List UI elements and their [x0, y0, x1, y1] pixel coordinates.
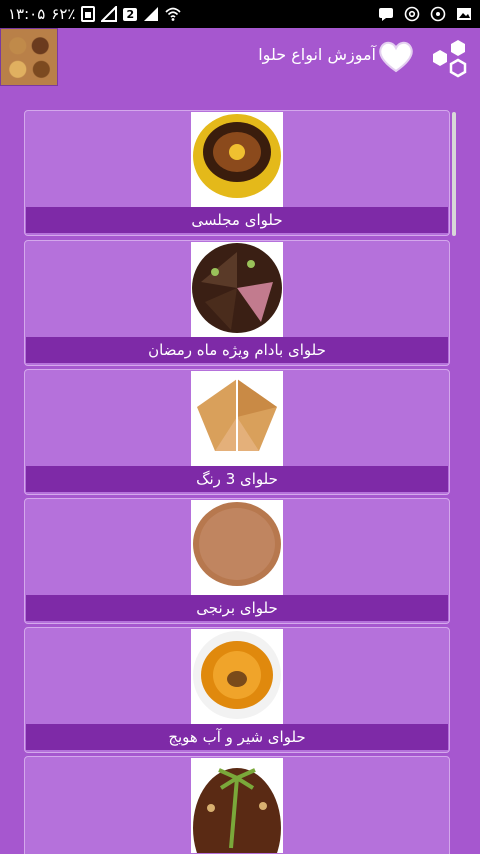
page-title: آموزش انواع حلوا [258, 45, 376, 64]
heart-icon[interactable] [378, 40, 414, 74]
list-item[interactable]: حلوای مجلسی [24, 110, 450, 236]
scrollbar[interactable] [452, 112, 456, 236]
status-bar: ۱۳:۰۵ ۶۲٪ 2 [0, 0, 480, 28]
recipe-image [191, 629, 283, 724]
item-label: حلوای برنجی [26, 595, 448, 621]
menu-hexagon-icon[interactable] [428, 38, 470, 80]
list-item[interactable] [24, 756, 450, 854]
wifi-icon [165, 7, 181, 21]
recipe-image [191, 371, 283, 466]
clock: ۱۳:۰۵ [8, 5, 46, 23]
recipe-image [191, 112, 283, 207]
app-thumbnail[interactable] [0, 28, 58, 86]
message-icon [379, 8, 393, 21]
list-item[interactable]: حلوای 3 رنگ [24, 369, 450, 495]
signal-2-icon [144, 7, 159, 21]
camera-icon [430, 6, 446, 22]
recipe-image [191, 500, 283, 595]
recipe-image [191, 758, 283, 853]
battery-icon [81, 6, 96, 22]
item-label: حلوای شیر و آب هویج [26, 724, 448, 750]
status-left: ۱۳:۰۵ ۶۲٪ 2 [8, 5, 181, 23]
sim-badge: 2 [123, 7, 138, 21]
list-item[interactable]: حلوای شیر و آب هویج [24, 627, 450, 753]
recipe-image [191, 242, 283, 337]
list-item[interactable]: حلوای برنجی [24, 498, 450, 624]
item-label: حلوای مجلسی [26, 207, 448, 233]
status-right [378, 6, 472, 22]
item-label: حلوای بادام ویژه ماه رمضان [26, 337, 448, 363]
battery-percent: ۶۲٪ [51, 5, 76, 23]
at-icon [404, 6, 420, 22]
image-icon [457, 8, 471, 20]
app-bar: آموزش انواع حلوا [0, 28, 480, 88]
item-label: حلوای 3 رنگ [26, 466, 448, 492]
signal-icon [101, 6, 118, 22]
recipe-list[interactable]: حلوای مجلسی حلوای بادام ویژه ماه رمضان ح… [24, 110, 450, 854]
list-item[interactable]: حلوای بادام ویژه ماه رمضان [24, 240, 450, 366]
